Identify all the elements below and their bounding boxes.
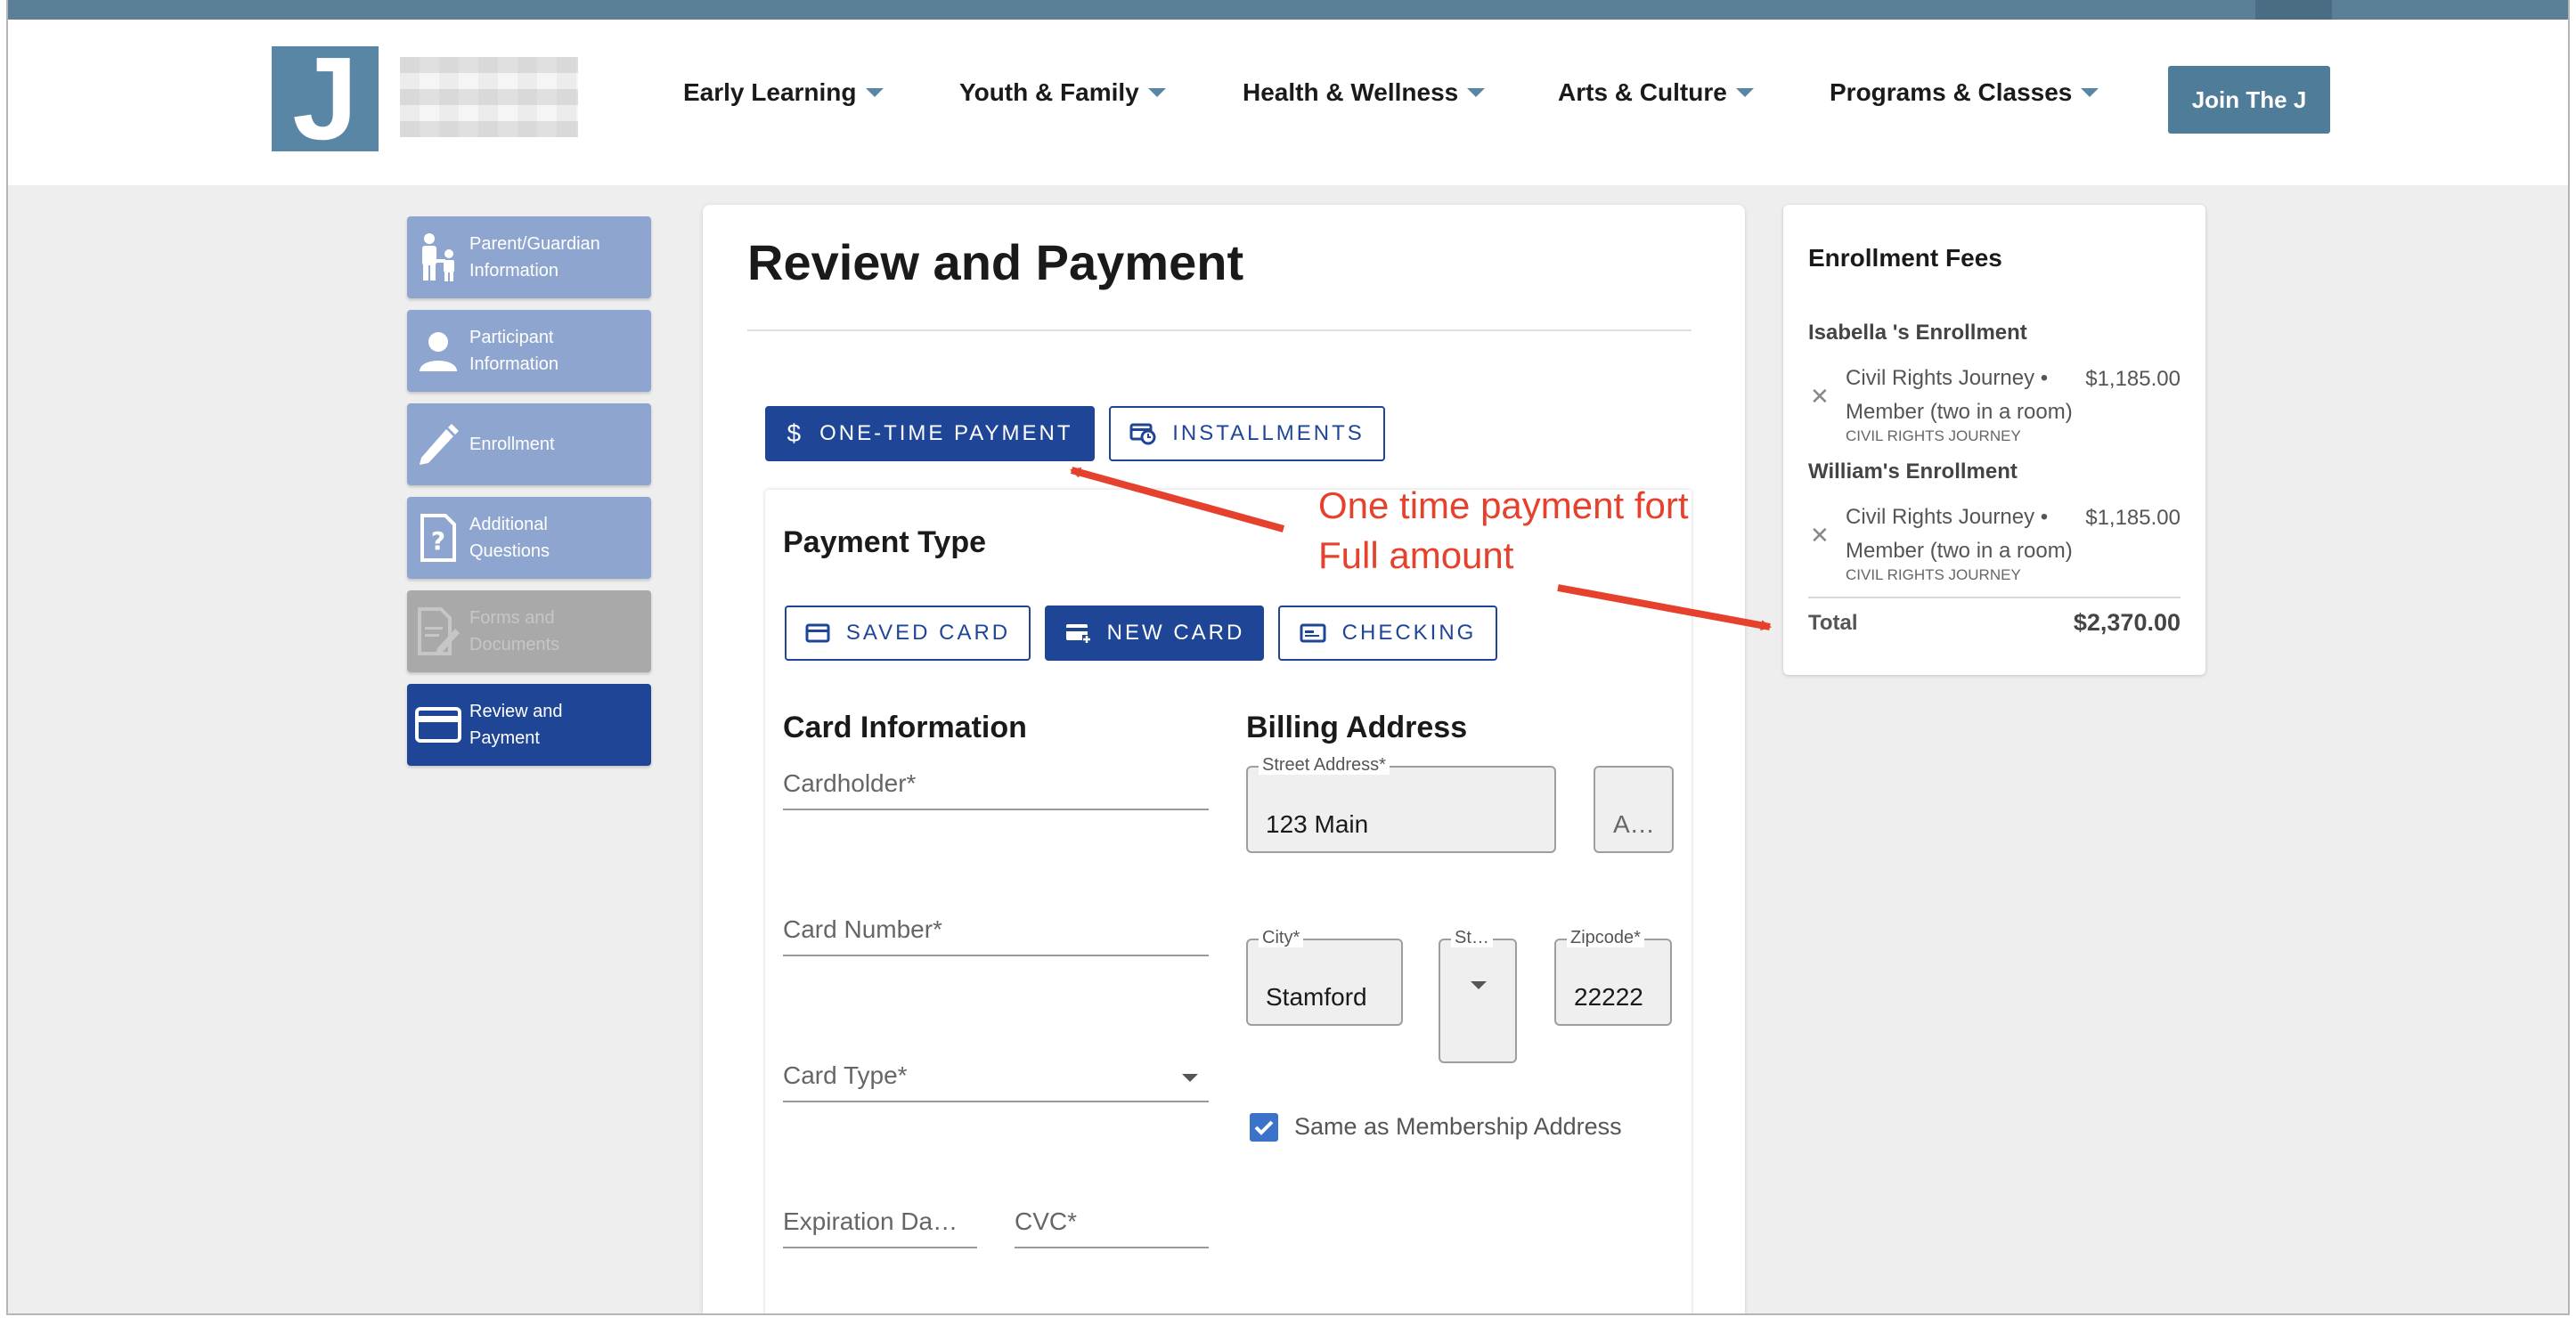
annotation-arrows — [1070, 467, 1772, 631]
arrow-to-total — [1557, 584, 1772, 631]
browser-frame: J Early Learning Youth & Family Health &… — [6, 0, 2570, 1315]
arrow-to-one-time — [1070, 467, 1285, 532]
